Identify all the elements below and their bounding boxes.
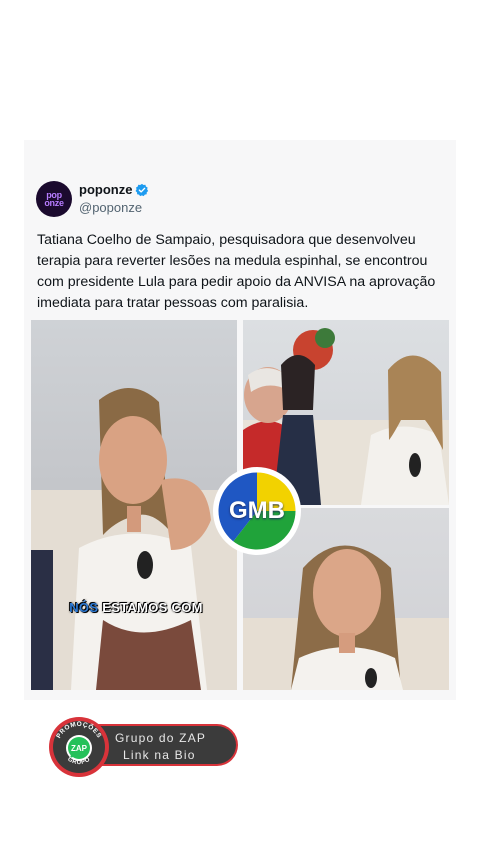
verified-badge-icon: [135, 183, 149, 196]
zap-banner-line1[interactable]: Grupo do ZAP: [115, 731, 206, 745]
author-name-row[interactable]: poponze: [79, 182, 149, 197]
author-name[interactable]: poponze: [79, 182, 132, 197]
caption-text: ESTAMOS COM: [102, 600, 203, 615]
gmb-logo-text: GMB: [229, 497, 285, 524]
author-handle[interactable]: @poponze: [79, 200, 142, 215]
video-frame-left[interactable]: [31, 320, 237, 690]
woman-portrait-image: [31, 387, 237, 690]
badge-center-text: ZAP: [71, 744, 88, 753]
author-avatar[interactable]: pop onze: [36, 181, 72, 217]
zap-badge-icon[interactable]: PROMOÇÕES ZAP GRUPO: [48, 716, 110, 778]
caption-highlight: NÓS: [69, 600, 99, 615]
avatar-text-bottom: onze: [44, 198, 64, 208]
video-caption: NÓS ESTAMOS COM: [36, 600, 236, 615]
zap-banner-line2[interactable]: Link na Bio: [123, 748, 196, 762]
post-text: Tatiana Coelho de Sampaio, pesquisadora …: [37, 232, 436, 311]
